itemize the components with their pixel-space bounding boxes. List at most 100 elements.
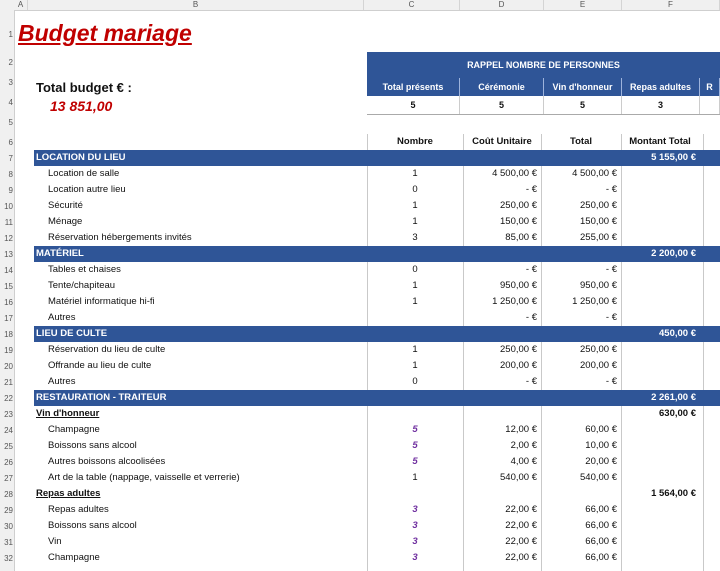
row-header[interactable]: 21 (0, 378, 14, 387)
line-cout-unitaire[interactable]: - € (463, 310, 541, 326)
line-cout-unitaire[interactable]: 150,00 € (463, 214, 541, 230)
line-nombre[interactable] (367, 310, 463, 326)
line-cout-unitaire[interactable]: 22,00 € (463, 502, 541, 518)
column-header-f[interactable]: F (622, 0, 720, 10)
line-nombre[interactable]: 0 (367, 374, 463, 390)
line-total[interactable]: 66,00 € (541, 518, 621, 534)
line-label[interactable]: Sécurité (34, 198, 364, 214)
line-nombre[interactable]: 1 (367, 166, 463, 182)
line-nombre[interactable]: 1 (367, 358, 463, 374)
line-total[interactable]: - € (541, 310, 621, 326)
row-header[interactable]: 30 (0, 522, 14, 531)
line-cout-unitaire[interactable]: 540,00 € (463, 470, 541, 486)
total-budget-value[interactable]: 13 851,00 (50, 98, 112, 114)
row-header[interactable]: 6 (0, 138, 14, 147)
line-label[interactable]: Art de la table (nappage, vaisselle et v… (34, 470, 364, 486)
line-nombre[interactable]: 3 (367, 534, 463, 550)
line-total[interactable]: - € (541, 374, 621, 390)
line-label[interactable]: Location de salle (34, 166, 364, 182)
line-cout-unitaire[interactable]: 4 500,00 € (463, 166, 541, 182)
line-total[interactable]: 250,00 € (541, 342, 621, 358)
line-montant-total[interactable]: 5 155,00 € (621, 150, 699, 166)
row-header[interactable]: 4 (0, 98, 14, 107)
line-cout-unitaire[interactable]: 85,00 € (463, 230, 541, 246)
line-cout-unitaire[interactable]: 250,00 € (463, 198, 541, 214)
line-label[interactable]: Réservation hébergements invités (34, 230, 364, 246)
row-header[interactable]: 31 (0, 538, 14, 547)
row-header[interactable]: 12 (0, 234, 14, 243)
line-total[interactable]: 10,00 € (541, 438, 621, 454)
column-header-b[interactable]: B (28, 0, 364, 10)
line-label[interactable]: MATÉRIEL (34, 246, 364, 262)
line-cout-unitaire[interactable]: 12,00 € (463, 422, 541, 438)
row-header[interactable]: 15 (0, 282, 14, 291)
line-cout-unitaire[interactable]: - € (463, 262, 541, 278)
line-total[interactable]: 20,00 € (541, 454, 621, 470)
line-cout-unitaire[interactable]: 950,00 € (463, 278, 541, 294)
line-total[interactable]: 250,00 € (541, 198, 621, 214)
line-nombre[interactable]: 1 (367, 198, 463, 214)
line-label[interactable]: Tente/chapiteau (34, 278, 364, 294)
line-label[interactable]: Repas adultes (34, 486, 364, 502)
line-total[interactable]: 200,00 € (541, 358, 621, 374)
row-header[interactable]: 32 (0, 554, 14, 563)
column-header-e[interactable]: E (544, 0, 622, 10)
line-nombre[interactable]: 5 (367, 454, 463, 470)
line-total[interactable]: 66,00 € (541, 502, 621, 518)
row-header[interactable]: 27 (0, 474, 14, 483)
line-label[interactable]: Champagne (34, 550, 364, 566)
line-nombre[interactable]: 0 (367, 182, 463, 198)
line-cout-unitaire[interactable]: 1 250,00 € (463, 294, 541, 310)
line-cout-unitaire[interactable]: 22,00 € (463, 518, 541, 534)
column-header-a[interactable]: A (14, 0, 28, 10)
line-total[interactable]: - € (541, 262, 621, 278)
row-header[interactable]: 7 (0, 154, 14, 163)
line-label[interactable]: Vin (34, 534, 364, 550)
line-nombre[interactable]: 1 (367, 342, 463, 358)
rappel-val-extra[interactable] (700, 96, 720, 114)
line-total[interactable]: 60,00 € (541, 422, 621, 438)
row-header[interactable]: 11 (0, 218, 14, 227)
line-label[interactable]: Location autre lieu (34, 182, 364, 198)
line-label[interactable]: Offrande au lieu de culte (34, 358, 364, 374)
line-total[interactable]: - € (541, 182, 621, 198)
line-cout-unitaire[interactable]: 200,00 € (463, 358, 541, 374)
line-nombre[interactable]: 3 (367, 550, 463, 566)
line-montant-total[interactable]: 450,00 € (621, 326, 699, 342)
line-total[interactable]: 255,00 € (541, 230, 621, 246)
line-nombre[interactable]: 0 (367, 262, 463, 278)
line-label[interactable]: Autres (34, 374, 364, 390)
line-nombre[interactable]: 5 (367, 422, 463, 438)
line-montant-total[interactable]: 630,00 € (621, 406, 699, 422)
row-header[interactable]: 26 (0, 458, 14, 467)
line-label[interactable]: Vin d'honneur (34, 406, 364, 422)
line-label[interactable]: RESTAURATION - TRAITEUR (34, 390, 364, 406)
line-cout-unitaire[interactable]: 250,00 € (463, 342, 541, 358)
row-header[interactable]: 20 (0, 362, 14, 371)
row-header[interactable]: 3 (0, 78, 14, 87)
row-header[interactable]: 8 (0, 170, 14, 179)
line-nombre[interactable]: 1 (367, 470, 463, 486)
row-header[interactable]: 17 (0, 314, 14, 323)
row-header[interactable]: 22 (0, 394, 14, 403)
line-nombre[interactable]: 1 (367, 278, 463, 294)
line-montant-total[interactable]: 1 564,00 € (621, 486, 699, 502)
line-label[interactable]: LIEU DE CULTE (34, 326, 364, 342)
line-nombre[interactable]: 1 (367, 214, 463, 230)
rappel-val-total-presents[interactable]: 5 (367, 96, 460, 114)
row-header[interactable]: 25 (0, 442, 14, 451)
line-cout-unitaire[interactable]: 4,00 € (463, 454, 541, 470)
row-header[interactable]: 19 (0, 346, 14, 355)
line-nombre[interactable]: 3 (367, 230, 463, 246)
row-header[interactable]: 13 (0, 250, 14, 259)
rappel-val-repas-adultes[interactable]: 3 (622, 96, 700, 114)
line-cout-unitaire[interactable]: 22,00 € (463, 550, 541, 566)
rappel-val-vin-honneur[interactable]: 5 (544, 96, 622, 114)
line-nombre[interactable]: 5 (367, 438, 463, 454)
row-header[interactable]: 1 (0, 30, 14, 39)
line-total[interactable]: 150,00 € (541, 214, 621, 230)
line-total[interactable]: 66,00 € (541, 534, 621, 550)
line-label[interactable]: Champagne (34, 422, 364, 438)
line-label[interactable]: Boissons sans alcool (34, 518, 364, 534)
line-nombre[interactable]: 1 (367, 294, 463, 310)
